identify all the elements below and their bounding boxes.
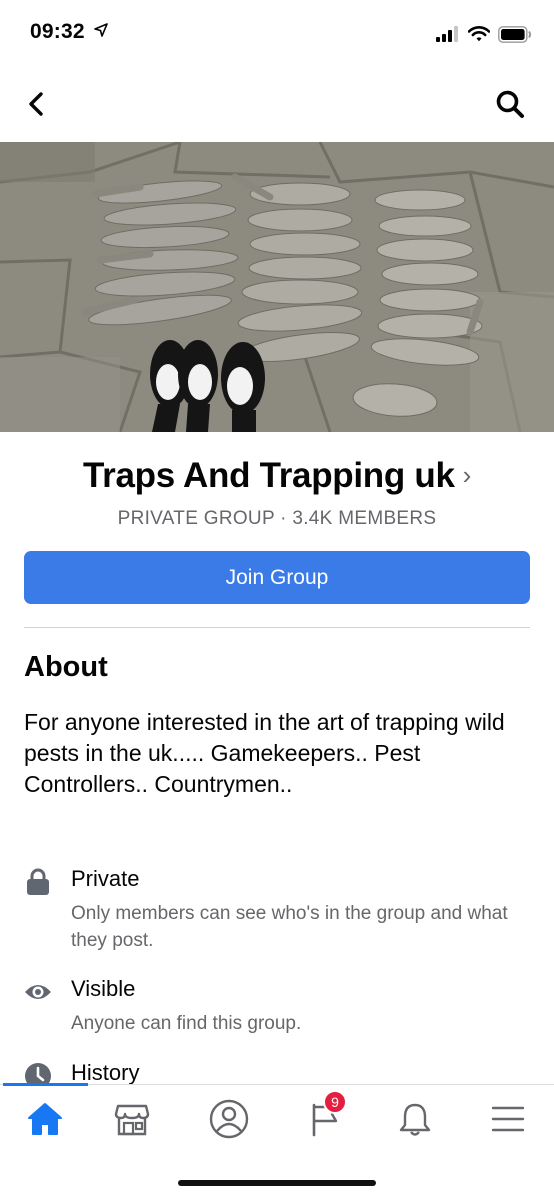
cover-photo[interactable] (0, 142, 554, 432)
profile-icon (209, 1099, 249, 1139)
back-button[interactable] (18, 84, 54, 124)
about-title: About (24, 651, 108, 683)
location-arrow-icon (93, 23, 108, 37)
chevron-right-icon: › (462, 460, 472, 490)
cover-photo-image (0, 142, 554, 432)
divider (24, 627, 530, 628)
lock-icon (24, 868, 52, 896)
join-group-button[interactable]: Join Group (24, 551, 530, 604)
eye-icon (24, 978, 52, 1006)
info-subtitle: Anyone can find this group. (71, 1013, 302, 1034)
chevron-left-icon (29, 92, 43, 116)
group-meta: PRIVATE GROUP · 3.4K MEMBERS (117, 508, 437, 529)
active-tab-indicator (3, 1083, 88, 1086)
status-time: 09:32 (30, 20, 108, 44)
tab-menu[interactable] (478, 1099, 538, 1139)
tab-marketplace[interactable] (102, 1099, 162, 1139)
status-bar: 09:32 (0, 0, 554, 64)
tab-notifications[interactable] (385, 1099, 445, 1139)
info-title: Visible (71, 976, 136, 1001)
status-icons (436, 24, 532, 44)
search-button[interactable] (492, 84, 528, 124)
menu-icon (491, 1106, 525, 1132)
home-icon (28, 1103, 62, 1135)
marketplace-icon (114, 1104, 150, 1136)
info-title: Private (71, 866, 140, 891)
bell-icon (399, 1103, 431, 1136)
tab-pages[interactable]: 9 (296, 1090, 356, 1139)
about-description: For anyone interested in the art of trap… (24, 709, 505, 797)
notification-badge: 9 (323, 1090, 347, 1114)
wifi-icon (468, 26, 490, 42)
info-subtitle: Only members can see who's in the group … (71, 903, 508, 951)
tab-profile[interactable] (199, 1099, 259, 1139)
cellular-signal-icon (436, 26, 458, 42)
nav-header (0, 64, 554, 142)
status-time-text: 09:32 (30, 20, 85, 43)
tab-home[interactable] (15, 1099, 75, 1139)
battery-icon (498, 25, 532, 43)
group-name: Traps And Trapping uk (83, 456, 455, 495)
search-icon (496, 90, 524, 118)
group-name-link[interactable]: Traps And Trapping uk › (0, 456, 554, 496)
home-indicator (178, 1180, 376, 1186)
